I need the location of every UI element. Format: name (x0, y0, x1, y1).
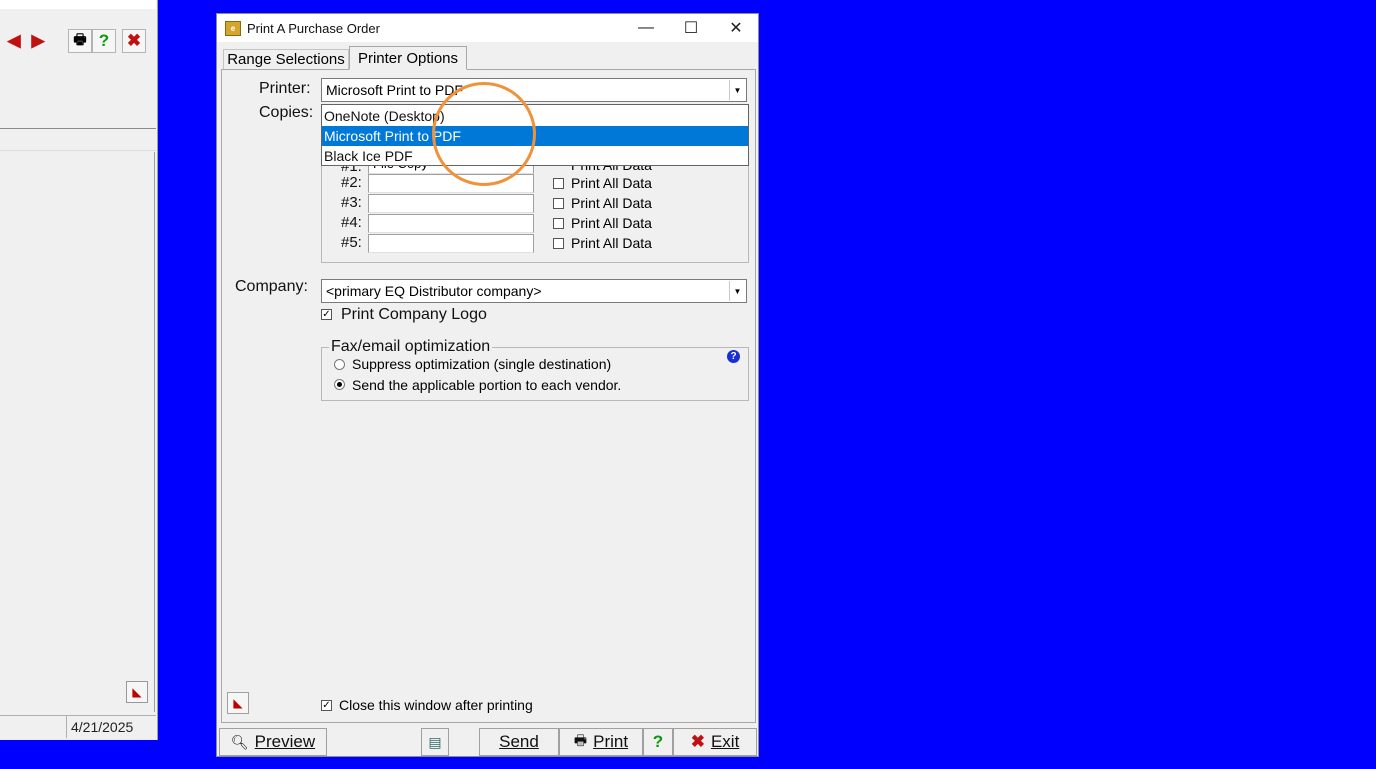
close-button[interactable]: ✕ (713, 14, 759, 42)
printer-select-value: Microsoft Print to PDF (326, 82, 463, 98)
print-company-logo-label: Print Company Logo (341, 306, 487, 323)
send-label: Send (499, 732, 539, 751)
fax-email-legend: Fax/email optimization (329, 338, 493, 356)
preview-button[interactable]: 🔍︎ Preview (219, 728, 327, 756)
close-x-icon[interactable]: ✖ (122, 29, 146, 53)
printer-icon[interactable]: 🖶 (68, 29, 92, 53)
highlight-circle (432, 82, 536, 186)
print-all-data-checkbox[interactable] (553, 218, 564, 229)
minimize-button[interactable]: — (623, 14, 669, 42)
help-icon[interactable]: ? (92, 29, 116, 53)
copy-row-input[interactable] (368, 214, 534, 233)
attach-icon[interactable]: ◣ (227, 692, 249, 714)
status-date: 4/21/2025 (66, 716, 156, 738)
window-title: Print A Purchase Order (247, 20, 380, 36)
help-button[interactable]: ? (643, 728, 673, 756)
back-arrow-icon[interactable]: ◀ (2, 29, 26, 53)
print-button[interactable]: 🖶 Print (559, 728, 643, 756)
background-window: ◀ ▶ 🖶 ? ✖ ◣ 4/21/2025 (0, 0, 158, 740)
send-portion-radio[interactable] (334, 379, 345, 390)
copy-row-label: #2: (341, 174, 362, 191)
copy-row-label: #4: (341, 214, 362, 231)
background-window-top-bar (0, 0, 156, 9)
close-after-printing-checkbox[interactable]: ✓ (321, 700, 332, 711)
print-company-logo-checkbox[interactable]: ✓ (321, 309, 332, 320)
printer-option[interactable]: Black Ice PDF (322, 146, 748, 166)
app-icon: e (225, 20, 241, 36)
print-all-data-checkbox[interactable] (553, 198, 564, 209)
divider (154, 152, 155, 712)
company-select-value: <primary EQ Distributor company> (326, 283, 542, 299)
magnifier-icon: 🔍︎ (230, 733, 249, 750)
suppress-optimization-label: Suppress optimization (single destinatio… (352, 356, 612, 372)
attach-icon[interactable]: ◣ (126, 681, 148, 703)
suppress-optimization-radio[interactable] (334, 359, 345, 370)
print-all-data-label: Print All Data (571, 235, 652, 251)
chevron-down-icon[interactable]: ▼ (729, 80, 745, 100)
forward-arrow-icon[interactable]: ▶ (26, 29, 50, 53)
close-x-icon: ✖ (690, 732, 705, 751)
print-all-data-label: Print All Data (571, 175, 652, 191)
company-label: Company: (235, 278, 308, 295)
copy-row-label: #3: (341, 194, 362, 211)
exit-label: Exit (710, 732, 740, 751)
print-label: Print (593, 732, 629, 751)
maximize-button[interactable]: ☐ (668, 14, 714, 42)
chevron-down-icon[interactable]: ▼ (729, 281, 745, 301)
preview-label: Preview (254, 732, 316, 751)
tab-printer-options[interactable]: Printer Options (349, 46, 467, 70)
divider (0, 150, 156, 151)
divider (0, 128, 156, 129)
send-button[interactable]: Send (479, 728, 559, 756)
print-all-data-label: Print All Data (571, 195, 652, 211)
send-portion-label: Send the applicable portion to each vend… (352, 377, 622, 393)
copy-row-input[interactable] (368, 194, 534, 213)
copy-row-label: #5: (341, 234, 362, 251)
print-all-data-label: Print All Data (571, 215, 652, 231)
tab-range-selections[interactable]: Range Selections (223, 49, 349, 69)
copy-icon[interactable]: ▤ (421, 728, 449, 756)
background-toolbar: ◀ ▶ 🖶 ? ✖ (2, 28, 146, 54)
printer-select[interactable]: Microsoft Print to PDF ▼ (321, 78, 747, 102)
exit-button[interactable]: ✖ Exit (673, 728, 757, 756)
copy-row-input[interactable] (368, 234, 534, 253)
company-select[interactable]: <primary EQ Distributor company> ▼ (321, 279, 747, 303)
print-all-data-checkbox[interactable] (553, 238, 564, 249)
help-icon[interactable]: ? (727, 350, 740, 363)
close-after-printing-label: Close this window after printing (339, 697, 533, 713)
print-all-data-checkbox[interactable] (553, 178, 564, 189)
printer-label: Printer: (259, 80, 311, 97)
copies-label: Copies: (259, 104, 314, 121)
printer-icon: 🖶 (573, 732, 588, 748)
